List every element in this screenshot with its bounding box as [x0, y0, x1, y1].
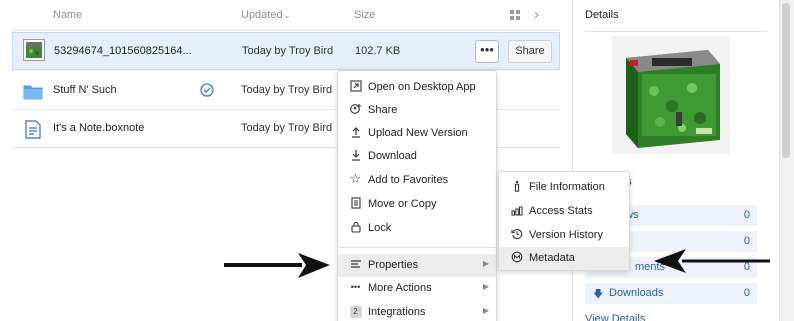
menu-item-lock[interactable]: Lock: [338, 217, 496, 240]
menu-item-favorites[interactable]: ☆ Add to Favorites: [338, 169, 496, 192]
stat-downloads[interactable]: 🡇 Downloads 0: [585, 283, 757, 304]
image-file-icon: [23, 39, 45, 64]
divider: [585, 31, 767, 32]
annotation-arrow-right-icon: [224, 253, 330, 278]
grid-view-icon[interactable]: [510, 10, 521, 21]
menu-item-label: Add to Favorites: [368, 174, 449, 186]
annotation-arrow-left-icon: [654, 249, 770, 273]
view-details-link[interactable]: View Details: [585, 313, 645, 321]
chevron-right-icon[interactable]: ›: [534, 6, 539, 23]
menu-item-move-copy[interactable]: Move or Copy: [338, 193, 496, 216]
details-title: Details: [585, 9, 619, 21]
synced-check-icon: [200, 83, 214, 100]
menu-item-label: Open on Desktop App: [368, 81, 476, 93]
open-desktop-icon: [349, 80, 362, 94]
submenu-item-access-stats[interactable]: Access Stats: [499, 200, 629, 223]
history-icon: [510, 228, 523, 242]
info-icon: [510, 180, 523, 194]
context-menu: Open on Desktop App Share Upload New Ver…: [337, 70, 497, 321]
menu-item-label: Access Stats: [529, 205, 593, 217]
folder-name[interactable]: Stuff N' Such: [53, 84, 117, 96]
menu-item-label: Integrations: [368, 306, 426, 318]
integrations-badge: 2: [349, 305, 362, 319]
upload-icon: [349, 126, 362, 140]
menu-item-label: Lock: [368, 222, 392, 234]
submenu-item-version-history[interactable]: Version History: [499, 224, 629, 247]
menu-item-label: File Information: [529, 181, 605, 193]
properties-icon: [349, 258, 362, 272]
menu-item-upload-version[interactable]: Upload New Version: [338, 122, 496, 145]
menu-item-share[interactable]: Share: [338, 99, 496, 122]
properties-submenu: File Information Access Stats Version Hi…: [498, 171, 630, 271]
submenu-arrow-icon: ▶: [482, 306, 489, 315]
submenu-arrow-icon: ▶: [482, 259, 489, 268]
menu-item-label: Move or Copy: [368, 198, 437, 210]
more-icon: •••: [350, 282, 361, 292]
size-column-header[interactable]: Size: [354, 9, 375, 21]
submenu-item-file-information[interactable]: File Information: [499, 176, 629, 199]
file-list-header: Name Updated⌄ Size ›: [12, 0, 560, 31]
scrollbar-thumb[interactable]: [782, 3, 790, 158]
name-column-header[interactable]: Name: [53, 9, 82, 21]
menu-divider: [338, 247, 496, 248]
menu-item-label: Share: [368, 104, 398, 116]
metadata-icon: [510, 251, 523, 265]
star-icon: ☆: [349, 171, 362, 186]
file-updated: Today by Troy Bird: [242, 45, 334, 57]
file-size: 102.7 KB: [355, 45, 401, 57]
download-arrow-icon: 🡇: [593, 289, 604, 300]
menu-item-integrations[interactable]: 2 Integrations ▶: [338, 301, 496, 321]
menu-item-download[interactable]: Download: [338, 145, 496, 168]
boxnote-icon: [25, 120, 41, 142]
submenu-arrow-icon: ▶: [482, 282, 489, 291]
folder-icon: [23, 84, 43, 103]
more-options-button[interactable]: •••: [475, 40, 499, 63]
download-icon: [349, 149, 362, 163]
menu-item-label: Download: [368, 150, 417, 162]
stat-value: 0: [743, 209, 750, 221]
stat-label: Downloads: [609, 287, 664, 299]
file-preview-thumbnail[interactable]: [612, 36, 730, 154]
file-name[interactable]: It's a Note.boxnote: [53, 122, 144, 134]
menu-item-more-actions[interactable]: ••• More Actions ▶: [338, 277, 496, 300]
menu-item-label: Version History: [529, 229, 603, 241]
updated-column-label: Updated: [241, 9, 283, 21]
menu-item-label: Upload New Version: [368, 127, 468, 139]
sort-caret-icon: ⌄: [283, 11, 291, 20]
share-icon: [349, 103, 362, 117]
updated-column-header[interactable]: Updated⌄: [241, 9, 290, 21]
stat-value: 0: [743, 287, 750, 299]
lock-icon: [349, 221, 362, 235]
submenu-item-metadata[interactable]: Metadata: [499, 247, 629, 270]
menu-item-label: Metadata: [529, 252, 575, 264]
lego-box-image: [612, 36, 730, 154]
file-row[interactable]: 53294674_101560825164... Today by Troy B…: [12, 32, 560, 70]
share-button[interactable]: Share: [508, 40, 552, 63]
file-name[interactable]: 53294674_101560825164...: [54, 45, 192, 57]
menu-item-label: More Actions: [368, 282, 432, 294]
menu-item-open-desktop[interactable]: Open on Desktop App: [338, 76, 496, 99]
folder-updated: Today by Troy Bird: [241, 84, 333, 96]
menu-item-properties[interactable]: Properties ▶: [338, 254, 496, 277]
menu-item-label: Properties: [368, 259, 419, 271]
stats-icon: [510, 204, 523, 218]
stat-value: 0: [743, 235, 750, 247]
file-updated: Today by Troy Bird: [241, 122, 333, 134]
copy-icon: [349, 197, 362, 211]
